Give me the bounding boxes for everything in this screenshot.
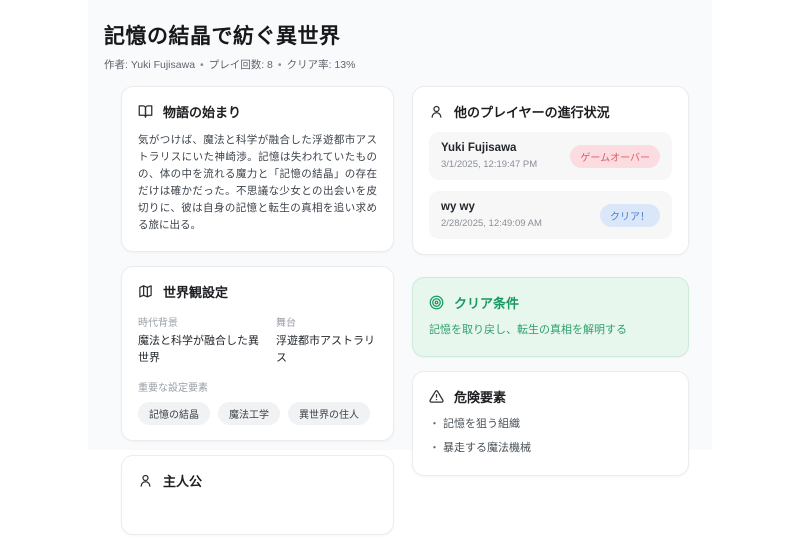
status-badge-gameover: ゲームオーバー — [570, 144, 660, 168]
players-card-header: 他のプレイヤーの進行状況 — [429, 102, 672, 121]
cards-grid: 物語の始まり 気がつけば、魔法と科学が融合した浮遊都市アストラリスにいた神崎渉。… — [121, 86, 689, 549]
page-meta: 作者: Yuki Fujisawa • プレイ回数: 8 • クリア率: 13% — [104, 57, 688, 72]
clear-rate-text: クリア率: 13% — [286, 59, 356, 71]
danger-card-title: 危険要素 — [454, 389, 507, 405]
story-card: 物語の始まり 気がつけば、魔法と科学が融合した浮遊都市アストラリスにいた神崎渉。… — [121, 86, 394, 252]
content-area: 記憶の結晶で紡ぐ異世界 作者: Yuki Fujisawa • プレイ回数: 8 • ク… — [88, 0, 712, 535]
era-value: 魔法と科学が融合した異世界 — [138, 335, 259, 364]
bullet-char: ・ — [429, 417, 440, 430]
danger-item: ・記憶を狙う組織 — [429, 416, 672, 434]
world-card: 世界観設定 時代背景 舞台 魔法と科学が融合した異世界 浮遊都市アストラリス 重… — [121, 266, 394, 441]
element-tag: 記憶の結晶 — [138, 402, 210, 425]
danger-card: 危険要素 ・記憶を狙う組織 ・暴走する魔法機械 — [412, 370, 689, 476]
player-datetime: 3/1/2025, 12:19:47 PM — [441, 159, 538, 170]
player-name: Yuki Fujisawa — [441, 142, 517, 154]
danger-item-text: 記憶を狙う組織 — [443, 417, 520, 430]
right-column: 他のプレイヤーの進行状況 Yuki Fujisawa 3/1/2025, 12:… — [412, 86, 689, 490]
status-badge-clear: クリア！ — [600, 203, 660, 227]
clear-condition-title: クリア条件 — [454, 296, 520, 311]
clear-condition-text: 記憶を取り戻し、転生の真相を解明する — [429, 324, 627, 336]
player-datetime: 2/28/2025, 12:49:09 AM — [441, 218, 542, 229]
play-count-text: プレイ回数: 8 — [208, 59, 273, 71]
element-tag: 異世界の住人 — [288, 402, 370, 425]
element-tag: 魔法工学 — [218, 402, 280, 425]
stage-value: 浮遊都市アストラリス — [276, 335, 375, 364]
era-label: 時代背景 — [138, 318, 178, 329]
world-card-header: 世界観設定 — [138, 282, 377, 301]
target-icon — [429, 295, 444, 310]
protagonist-card-header: 主人公 — [138, 471, 377, 490]
player-info: wy wy 2/28/2025, 12:49:09 AM — [441, 201, 542, 229]
danger-list: ・記憶を狙う組織 ・暴走する魔法機械 — [429, 416, 672, 458]
book-open-icon — [138, 104, 153, 119]
elements-label: 重要な設定要素 — [138, 383, 208, 394]
user-icon — [429, 104, 444, 119]
protagonist-card-title: 主人公 — [163, 474, 203, 489]
player-info: Yuki Fujisawa 3/1/2025, 12:19:47 PM — [441, 142, 537, 170]
clear-condition-card: クリア条件 記憶を取り戻し、転生の真相を解明する — [412, 277, 689, 357]
story-text: 気がつけば、魔法と科学が融合した浮遊都市アストラリスにいた神崎渉。記憶は失われて… — [138, 134, 377, 231]
players-card: 他のプレイヤーの進行状況 Yuki Fujisawa 3/1/2025, 12:… — [412, 86, 689, 255]
clear-condition-header: クリア条件 — [429, 293, 672, 312]
author-text: 作者: Yuki Fujisawa — [104, 59, 196, 71]
player-row: wy wy 2/28/2025, 12:49:09 AM クリア！ — [429, 191, 672, 239]
element-tags: 記憶の結晶 魔法工学 異世界の住人 — [138, 402, 377, 425]
page-header: 記憶の結晶で紡ぐ異世界 作者: Yuki Fujisawa • プレイ回数: 8 • ク… — [104, 20, 688, 72]
danger-card-header: 危険要素 — [429, 387, 672, 406]
danger-item-text: 暴走する魔法機械 — [443, 442, 531, 455]
user-icon — [138, 473, 153, 488]
page-title: 記憶の結晶で紡ぐ異世界 — [104, 25, 341, 48]
bullet-char: ・ — [429, 442, 440, 455]
player-name: wy wy — [441, 201, 475, 213]
map-icon — [138, 284, 153, 299]
meta-separator: • — [277, 59, 282, 71]
danger-item: ・暴走する魔法機械 — [429, 440, 672, 458]
stage-label: 舞台 — [276, 318, 296, 329]
world-card-title: 世界観設定 — [163, 285, 229, 300]
alert-triangle-icon — [429, 389, 444, 404]
protagonist-card: 主人公 — [121, 455, 394, 535]
players-card-title: 他のプレイヤーの進行状況 — [454, 105, 610, 120]
player-row: Yuki Fujisawa 3/1/2025, 12:19:47 PM ゲームオ… — [429, 132, 672, 180]
story-card-header: 物語の始まり — [138, 102, 377, 121]
meta-separator: • — [200, 59, 204, 71]
left-column: 物語の始まり 気がつけば、魔法と科学が融合した浮遊都市アストラリスにいた神崎渉。… — [121, 86, 394, 549]
story-card-title: 物語の始まり — [163, 105, 242, 120]
world-fields: 時代背景 舞台 魔法と科学が融合した異世界 浮遊都市アストラリス — [138, 314, 377, 366]
